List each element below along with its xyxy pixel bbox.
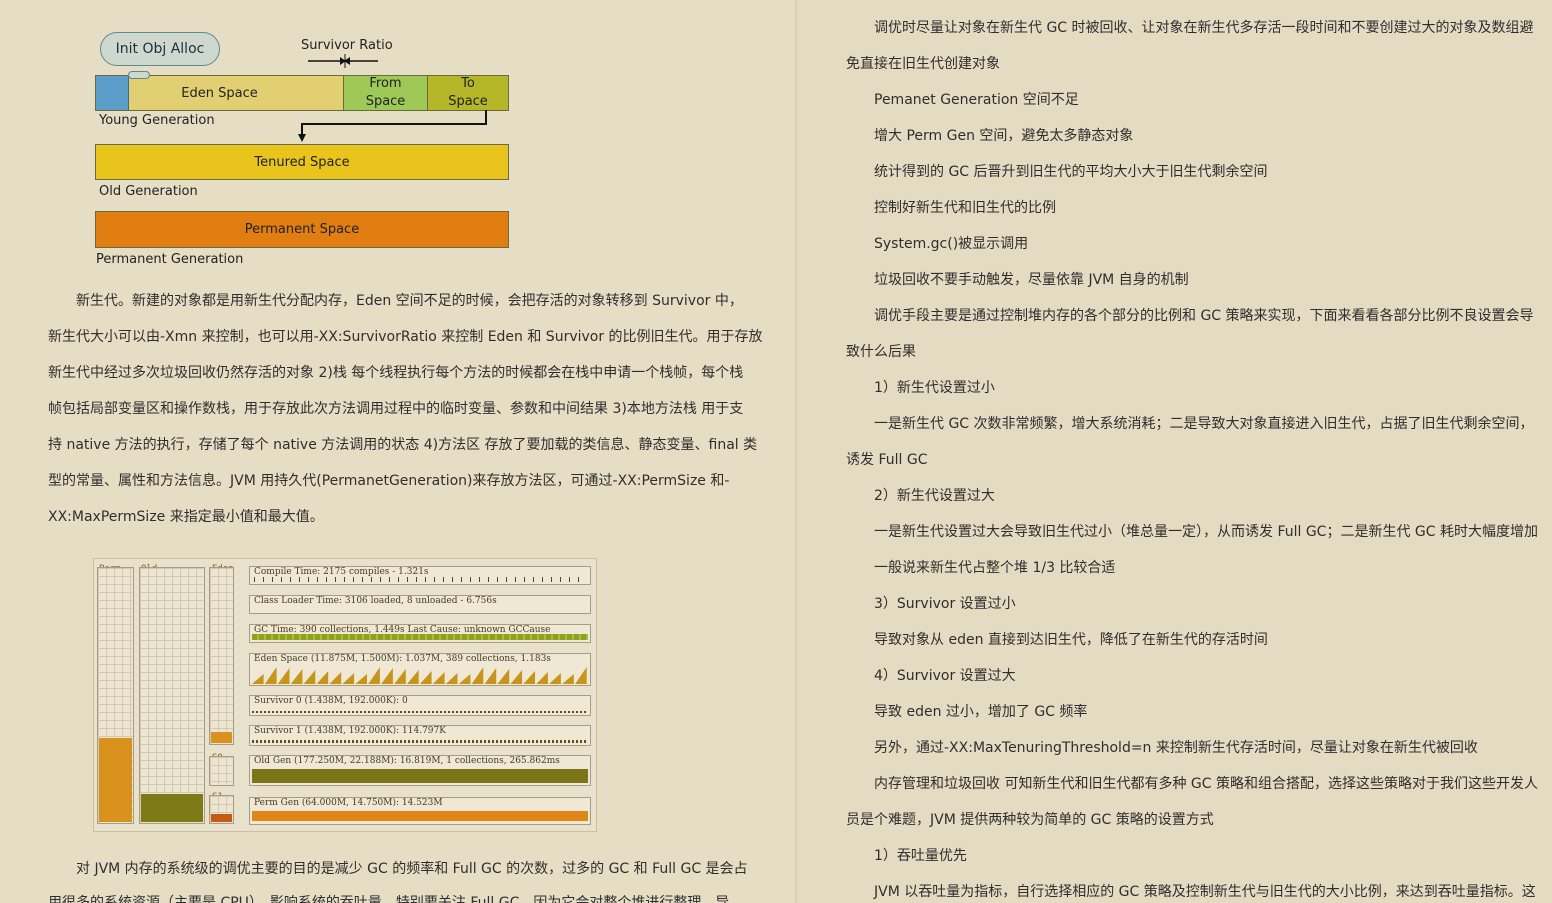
right-page-line: 诱发 Full GC: [846, 452, 928, 468]
right-page-line: 控制好新生代和旧生代的比例: [874, 200, 1056, 216]
init-obj-alloc-cloud: Init Obj Alloc: [100, 32, 220, 66]
right-page-line: 一是新生代 GC 次数非常频繁，增大系统消耗；二是导致大对象直接进入旧生代，占据…: [874, 416, 1534, 432]
from-space-label-line2: Space: [365, 94, 406, 109]
old-column: [139, 567, 205, 824]
eden-space-label: Eden Space: [181, 85, 258, 101]
to-space-label-line2: Space: [448, 94, 488, 109]
right-page-line: 另外，通过-XX:MaxTenuringThreshold=n 来控制新生代存活…: [874, 740, 1478, 756]
paragraph1-line: 帧包括局部变量区和操作数栈，用于存放此次方法调用过程中的临时变量、参数和中间结果…: [48, 401, 744, 417]
class-loader-title: Class Loader Time: 3106 loaded, 8 unload…: [254, 596, 497, 606]
old-fill: [141, 793, 203, 822]
eden-sawtooth: [252, 667, 588, 684]
eden-fill: [211, 732, 232, 743]
right-page-line: 导致 eden 过小，增加了 GC 频率: [874, 704, 1088, 720]
gc-monitor-screenshot: Perm Old Eden S0 S1 Compile Time: 2175 c…: [93, 558, 597, 832]
right-page-line: System.gc()被显示调用: [874, 236, 1029, 252]
survivor0-title: Survivor 0 (1.438M, 192.000K): 0: [254, 696, 408, 706]
s0-column: [209, 756, 234, 786]
tenured-space-box: Tenured Space: [95, 144, 509, 180]
paragraph1-line: 型的常量、属性和方法信息。JVM 用持久代(PermanetGeneration…: [48, 473, 730, 489]
promotion-arrow: [298, 110, 487, 142]
from-space-box: From Space: [343, 75, 428, 111]
eden-column: [209, 567, 234, 745]
class-loader-strip: Class Loader Time: 3106 loaded, 8 unload…: [249, 595, 591, 614]
s1-fill: [211, 813, 232, 822]
gc-time-bar: [252, 634, 588, 640]
compile-time-strip: Compile Time: 2175 compiles - 1.321s: [249, 566, 591, 585]
right-page-line: 增大 Perm Gen 空间，避免太多静态对象: [874, 128, 1134, 144]
compile-ticks: [254, 577, 586, 582]
right-page-line: 调优手段主要是通过控制堆内存的各个部分的比例和 GC 策略来实现，下面来看看各部…: [874, 308, 1534, 324]
tenured-space-label: Tenured Space: [254, 154, 350, 170]
survivor-ratio-arrows: [308, 54, 378, 68]
right-page-line: 内存管理和垃圾回收 可知新生代和旧生代都有多种 GC 策略和组合搭配，选择这些策…: [874, 776, 1538, 792]
paragraph1-line: XX:MaxPermSize 来指定最小值和最大值。: [48, 509, 324, 525]
compile-time-title: Compile Time: 2175 compiles - 1.321s: [254, 567, 429, 577]
right-page-line: 1）吞吐量优先: [874, 848, 967, 864]
perm-gen-area: [252, 811, 588, 821]
survivor1-line: [252, 740, 588, 743]
old-generation-label: Old Generation: [99, 184, 198, 199]
right-page-line: 免直接在旧生代创建对象: [846, 56, 1000, 72]
right-page-line: JVM 以吞吐量为指标，自行选择相应的 GC 策略及控制新生代与旧生代的大小比例…: [874, 884, 1536, 900]
perm-gen-strip: Perm Gen (64.000M, 14.750M): 14.523M: [249, 797, 591, 825]
old-gen-title: Old Gen (177.250M, 22.188M): 16.819M, 1 …: [254, 756, 560, 766]
old-gen-strip: Old Gen (177.250M, 22.188M): 16.819M, 1 …: [249, 755, 591, 786]
young-generation-label: Young Generation: [99, 113, 215, 128]
permanent-space-box: Permanent Space: [95, 211, 509, 248]
eden-space-title: Eden Space (11.875M, 1.500M): 1.037M, 38…: [254, 654, 551, 664]
left-page: Init Obj Alloc Survivor Ratio Eden Space…: [0, 0, 795, 903]
perm-column: [97, 567, 134, 824]
survivor0-strip: Survivor 0 (1.438M, 192.000K): 0: [249, 695, 591, 716]
right-page-line: 一般说来新生代占整个堆 1/3 比较合适: [874, 560, 1116, 576]
right-page-line: Pemanet Generation 空间不足: [874, 92, 1079, 108]
survivor0-line: [252, 711, 588, 713]
paragraph1-line: 新生代中经过多次垃圾回收仍然存活的对象 2)栈 每个线程执行每个方法的时候都会在…: [48, 365, 744, 381]
survivor1-strip: Survivor 1 (1.438M, 192.000K): 114.797K: [249, 725, 591, 746]
paragraph2-line: 对 JVM 内存的系统级的调优主要的目的是减少 GC 的频率和 Full GC …: [76, 861, 748, 877]
permanent-generation-label: Permanent Generation: [96, 252, 244, 267]
paragraph2-line: 用很多的系统资源（主要是 CPU），影响系统的吞吐量。特别要关注 Full GC…: [48, 895, 730, 903]
survivor1-title: Survivor 1 (1.438M, 192.000K): 114.797K: [254, 726, 446, 736]
paragraph1-line: 新生代。新建的对象都是用新生代分配内存，Eden 空间不足的时候，会把存活的对象…: [76, 293, 743, 309]
alloc-bubble: [128, 71, 150, 79]
eden-space-box: Eden Space: [95, 75, 344, 111]
right-page-line: 一是新生代设置过大会导致旧生代过小（堆总量一定），从而诱发 Full GC；二是…: [874, 524, 1538, 540]
right-page-line: 2）新生代设置过大: [874, 488, 995, 504]
s1-column: [209, 795, 234, 824]
right-page-line: 调优时尽量让对象在新生代 GC 时被回收、让对象在新生代多存活一段时间和不要创建…: [874, 20, 1534, 36]
right-page-line: 4）Survivor 设置过大: [874, 668, 1016, 684]
to-space-label-line1: To: [461, 76, 475, 91]
right-page-line: 1）新生代设置过小: [874, 380, 995, 396]
from-space-label-line1: From: [369, 76, 402, 91]
paragraph1-line: 持 native 方法的执行，存储了每个 native 方法调用的状态 4)方法…: [48, 437, 758, 453]
new-object-box: [96, 76, 129, 110]
permanent-space-label: Permanent Space: [244, 222, 360, 237]
old-gen-area: [252, 769, 588, 783]
right-page-line: 致什么后果: [846, 344, 916, 360]
to-space-box: To Space: [427, 75, 509, 111]
gc-time-strip: GC Time: 390 collections, 1.449s Last Ca…: [249, 624, 591, 643]
heap-generations-diagram: Init Obj Alloc Survivor Ratio Eden Space…: [80, 18, 525, 276]
right-page-line: 3）Survivor 设置过小: [874, 596, 1016, 612]
right-page-line: 员是个难题，JVM 提供两种较为简单的 GC 策略的设置方式: [846, 812, 1214, 828]
right-page-line: 垃圾回收不要手动触发，尽量依靠 JVM 自身的机制: [874, 272, 1189, 288]
right-page-line: 导致对象从 eden 直接到达旧生代，降低了在新生代的存活时间: [874, 632, 1268, 648]
perm-fill: [99, 737, 132, 822]
right-page-line: 统计得到的 GC 后晋升到旧生代的平均大小大于旧生代剩余空间: [874, 164, 1268, 180]
paragraph1-line: 新生代大小可以由-Xmn 来控制，也可以用-XX:SurvivorRatio 来…: [48, 329, 763, 345]
survivor-ratio-label: Survivor Ratio: [301, 38, 393, 53]
right-page: 调优时尽量让对象在新生代 GC 时被回收、让对象在新生代多存活一段时间和不要创建…: [797, 0, 1552, 903]
eden-space-strip: Eden Space (11.875M, 1.500M): 1.037M, 38…: [249, 653, 591, 686]
perm-gen-title: Perm Gen (64.000M, 14.750M): 14.523M: [254, 798, 443, 808]
